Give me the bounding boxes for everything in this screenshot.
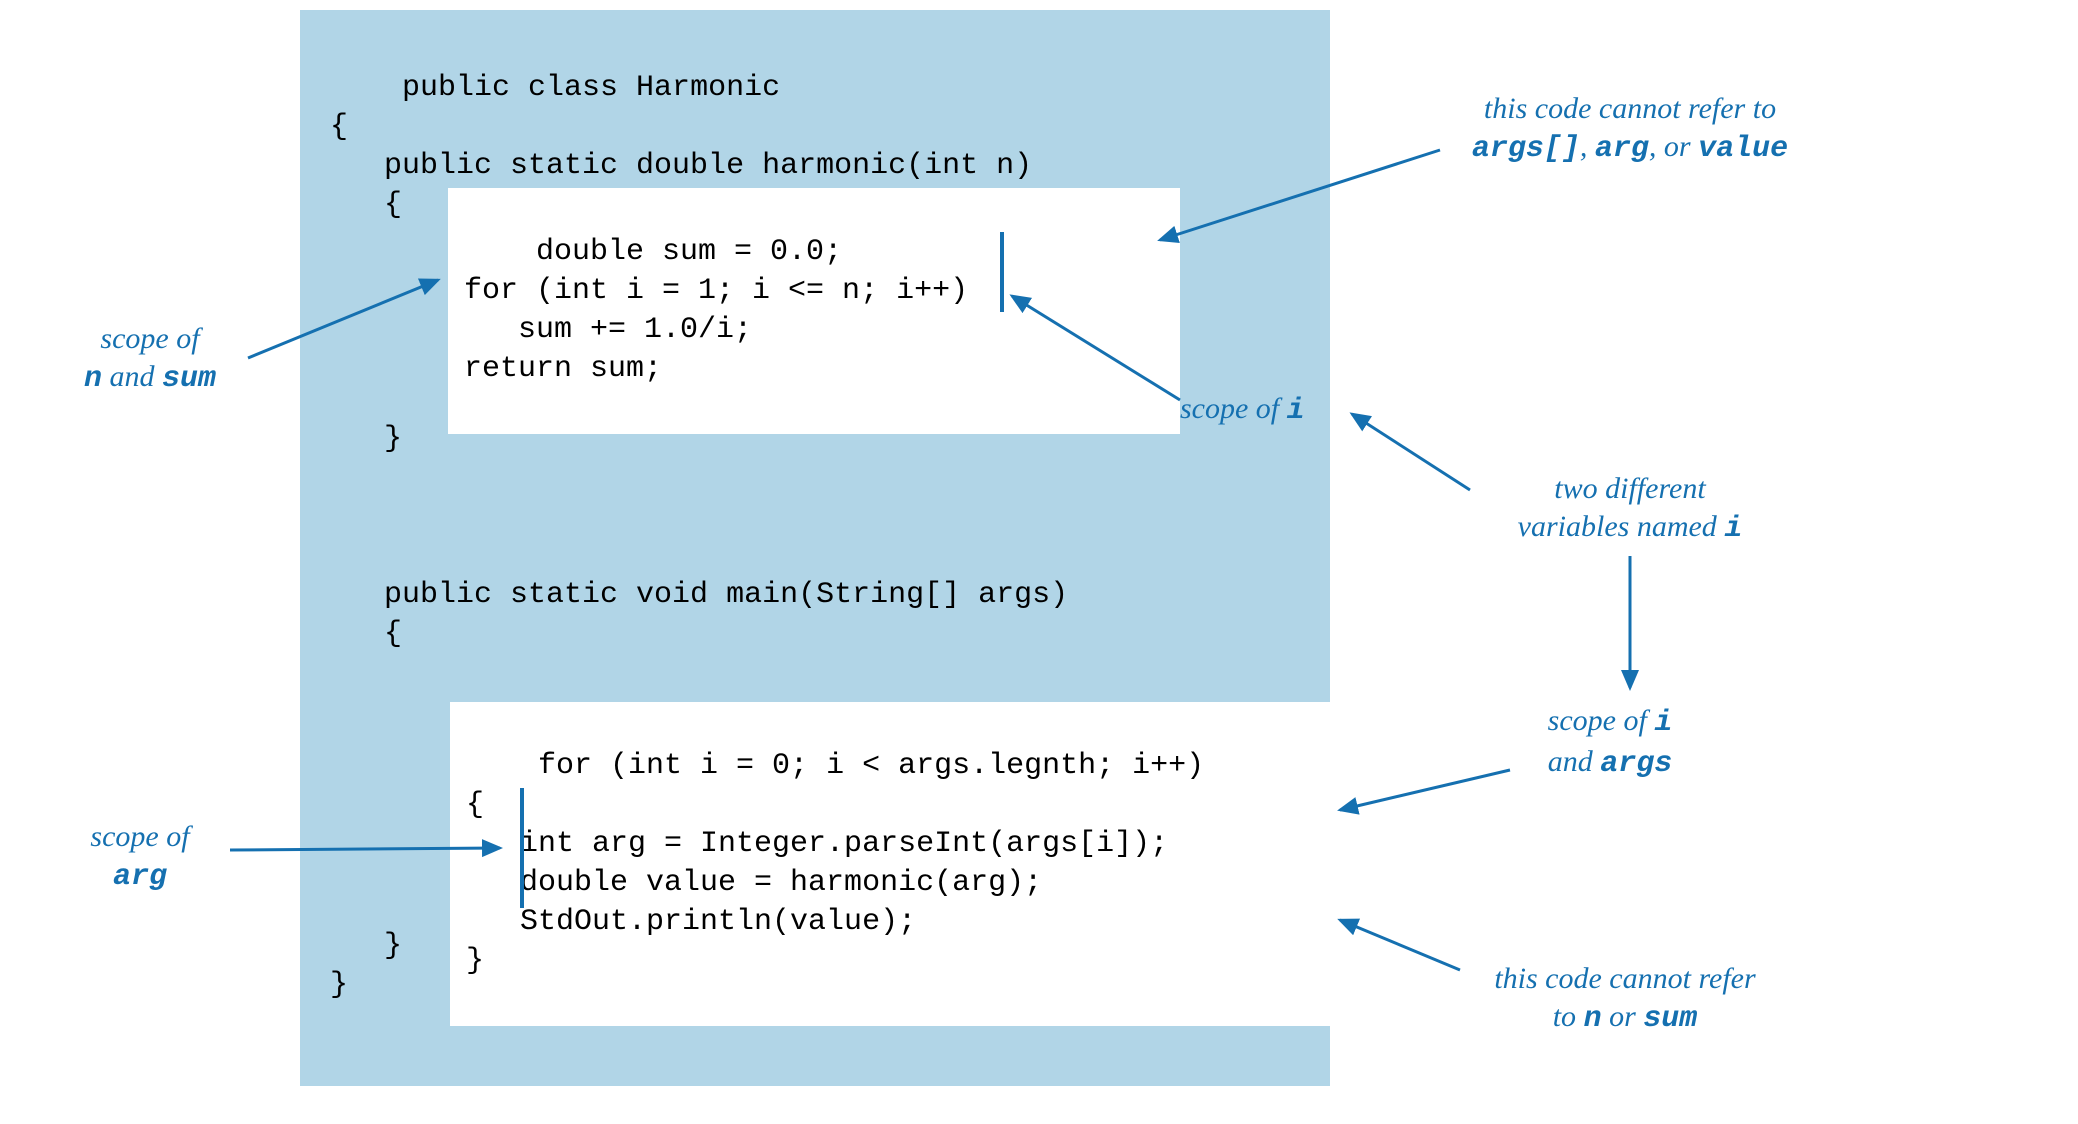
annotation-var-i-named: i [1724, 512, 1742, 546]
annotation-var-args-array: args[] [1472, 132, 1580, 166]
annotation-scope-i-args-line2a: and [1548, 745, 1601, 778]
annotation-sep1: , [1580, 130, 1595, 163]
code-box1: double sum = 0.0; for (int i = 1; i <= n… [464, 235, 968, 386]
scope-bar-arg [520, 788, 524, 908]
annotation-var-sum: sum [162, 362, 216, 396]
annotation-scope-i-args: scope of i and args [1510, 702, 1710, 783]
annotation-cannot-refer-n-sum: this code cannot refer to n or sum [1450, 960, 1800, 1038]
annotation-var-sum2: sum [1643, 1002, 1697, 1036]
annotation-scope-n-sum-line1: scope of [100, 322, 199, 355]
annotation-var-arg: arg [113, 860, 167, 894]
annotation-scope-of-i-text: scope of [1180, 392, 1287, 425]
code-box2: for (int i = 0; i < args.legnth; i++) { … [466, 749, 1204, 978]
annotation-var-value: value [1698, 132, 1788, 166]
annotation-cannot-refer-args: this code cannot refer to args[], arg, o… [1430, 90, 1830, 168]
code-box-harmonic-body: double sum = 0.0; for (int i = 1; i <= n… [448, 188, 1180, 434]
annotation-var-n: n [84, 362, 102, 396]
annotation-cannot-refer-args-line1: this code cannot refer to [1484, 92, 1776, 125]
annotation-scope-i-args-line1a: scope of [1548, 704, 1655, 737]
annotation-cannot-refer-n-sum-to: to [1553, 1000, 1584, 1033]
annotation-var-i-top: i [1287, 394, 1305, 428]
scope-bar-i-top [1000, 232, 1004, 312]
annotation-var-args: args [1600, 747, 1672, 781]
code-box-main-body: for (int i = 0; i < args.legnth; i++) { … [450, 702, 1356, 1026]
annotation-scope-n-sum-and: and [102, 360, 162, 393]
annotation-var-arg2: arg [1595, 132, 1649, 166]
annotation-scope-arg: scope of arg [60, 818, 220, 896]
annotation-scope-of-i: scope of i [1180, 390, 1380, 431]
annotation-cannot-refer-n-sum-line1: this code cannot refer [1494, 962, 1755, 995]
annotation-var-i-bottom: i [1654, 706, 1672, 740]
annotation-two-different-i: two different variables named i [1470, 470, 1790, 548]
annotation-two-diff-line2: variables named [1518, 510, 1725, 543]
annotation-sep2: , or [1649, 130, 1698, 163]
annotation-two-diff-line1: two different [1554, 472, 1705, 505]
annotation-scope-arg-line1: scope of [90, 820, 189, 853]
annotation-var-n2: n [1584, 1002, 1602, 1036]
annotation-scope-n-sum: scope of n and sum [60, 320, 240, 398]
annotation-cannot-refer-n-sum-or: or [1602, 1000, 1644, 1033]
